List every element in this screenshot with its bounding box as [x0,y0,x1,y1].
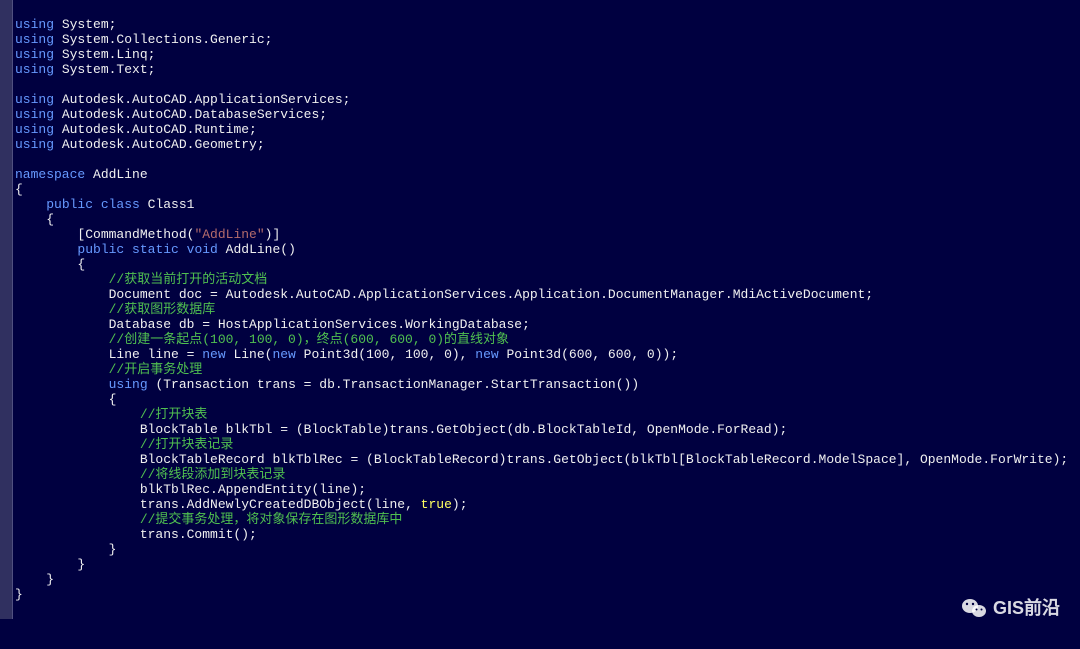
code-editor: using System; using System.Collections.G… [0,0,1080,619]
comment: //将线段添加到块表记录 [15,467,285,482]
kw-public: public [46,197,93,212]
brace: { [15,182,23,197]
comment: //获取图形数据库 [15,302,215,317]
code-line: BlockTable blkTbl = (BlockTable)trans.Ge… [15,422,787,437]
code-text: Autodesk.AutoCAD.ApplicationServices; [54,92,350,107]
kw-new: new [272,347,295,362]
code-text: System.Text; [54,62,155,77]
code-line: ); [452,497,468,512]
code-line: Line( [226,347,273,362]
watermark: GIS前沿 [961,597,1060,619]
kw-using: using [15,17,54,32]
comment: //创建一条起点(100, 100, 0)，终点(600, 600, 0)的直线… [15,332,509,347]
kw-new: new [475,347,498,362]
code-line: trans.AddNewlyCreatedDBObject(line, [15,497,421,512]
kw-using: using [15,122,54,137]
method-name: AddLine() [218,242,296,257]
code-text: Autodesk.AutoCAD.Geometry; [54,137,265,152]
brace: } [15,572,54,587]
kw-true: true [421,497,452,512]
fold-gutter [0,0,13,619]
comment: //提交事务处理，将对象保存在图形数据库中 [15,512,402,527]
class-name: Class1 [140,197,195,212]
code-line: trans.Commit(); [15,527,257,542]
comment: //打开块表 [15,407,207,422]
comment: //打开块表记录 [15,437,233,452]
brace: { [15,257,85,272]
wechat-icon [961,597,987,619]
code-line: (Transaction trans = db.TransactionManag… [148,377,639,392]
code-text: Autodesk.AutoCAD.Runtime; [54,122,257,137]
kw-static: static [124,242,179,257]
code-line: blkTblRec.AppendEntity(line); [15,482,366,497]
kw-using: using [15,107,54,122]
kw-new: new [202,347,225,362]
code-text: System.Linq; [54,47,155,62]
brace: } [15,542,116,557]
kw-using: using [15,137,54,152]
kw-using: using [109,377,148,392]
code-line: Point3d(100, 100, 0), [296,347,475,362]
attr-open: [CommandMethod( [15,227,194,242]
watermark-text: GIS前沿 [993,601,1060,616]
kw-using: using [15,47,54,62]
code-line: Line line = [15,347,202,362]
code-line: Point3d(600, 600, 0)); [499,347,678,362]
code-line: BlockTableRecord blkTblRec = (BlockTable… [15,452,1068,467]
attr-close: )] [265,227,281,242]
brace: } [15,587,23,602]
code-text: Autodesk.AutoCAD.DatabaseServices; [54,107,327,122]
string-literal: "AddLine" [194,227,264,242]
kw-using: using [15,32,54,47]
brace: { [15,212,54,227]
kw-public: public [77,242,124,257]
kw-namespace: namespace [15,167,85,182]
comment: //获取当前打开的活动文档 [15,272,267,287]
kw-class: class [93,197,140,212]
brace: { [15,392,116,407]
ns-name: AddLine [85,167,147,182]
brace: } [15,557,85,572]
code-line: Database db = HostApplicationServices.Wo… [15,317,530,332]
kw-using: using [15,62,54,77]
code-text: System; [54,17,116,32]
code-body: using System; using System.Collections.G… [13,0,1068,619]
kw-void: void [179,242,218,257]
kw-using: using [15,92,54,107]
code-text: System.Collections.Generic; [54,32,272,47]
code-line: Document doc = Autodesk.AutoCAD.Applicat… [15,287,873,302]
comment: //开启事务处理 [15,362,202,377]
